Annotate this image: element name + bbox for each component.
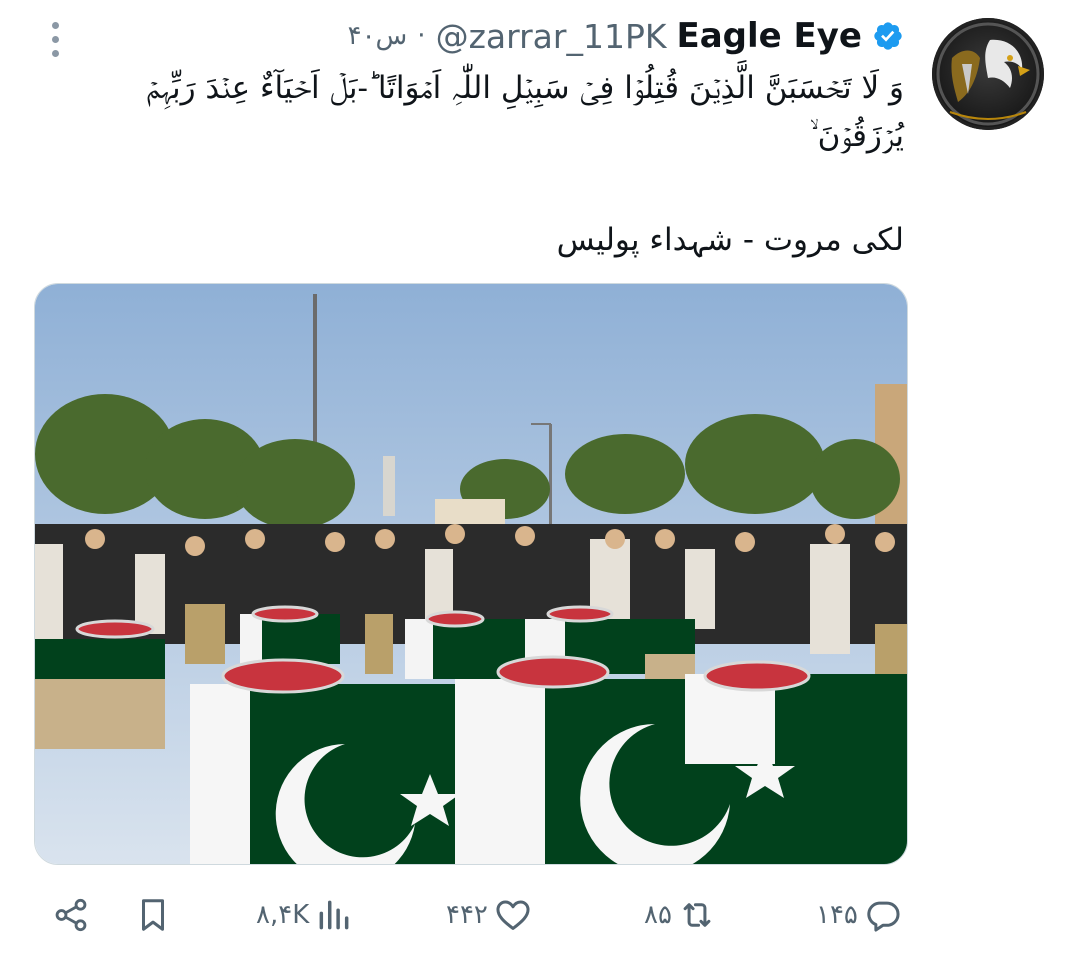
retweet-button[interactable]: ۸۵ [644,885,716,945]
separator-dot: · [417,21,426,51]
bookmark-icon [141,899,165,931]
eagle-avatar-icon [936,22,1040,126]
tweet-verse: وَ لَا تَحۡسَبَنَّ الَّذِیۡنَ قُتِلُوۡا … [145,70,904,154]
share-button[interactable] [52,885,90,945]
reply-count: ۱۴۵ [816,900,858,930]
views-icon [319,900,349,930]
reply-icon [867,901,900,932]
author-handle[interactable]: @zarrar_11PK [436,17,667,56]
retweet-icon [683,903,711,927]
views-count: ۸,۴K [256,900,310,930]
timestamp[interactable]: ۴۰س [348,21,408,51]
verified-badge-icon [874,22,902,50]
share-icon [55,898,87,932]
author-name[interactable]: Eagle Eye [676,16,862,56]
funeral-photo-icon [35,284,907,864]
tweet-photo[interactable] [34,283,908,865]
more-options-icon[interactable] [46,20,66,60]
like-button[interactable]: ۴۴۲ [446,885,532,945]
tweet-subtitle: لکی مروت - شہداء پولیس [556,222,904,258]
tweet-header: ۴۰س · @zarrar_11PK Eagle Eye [348,14,904,58]
views-button[interactable]: ۸,۴K [256,885,353,945]
avatar[interactable] [932,18,1044,130]
reply-button[interactable]: ۱۴۵ [816,885,902,945]
like-icon [496,900,530,930]
bookmark-button[interactable] [134,885,172,945]
retweet-count: ۸۵ [644,900,672,930]
like-count: ۴۴۲ [446,900,488,930]
tweet-actions: ۸,۴K ۴۴۲ ۸۵ ۱۴۵ [0,885,1080,945]
